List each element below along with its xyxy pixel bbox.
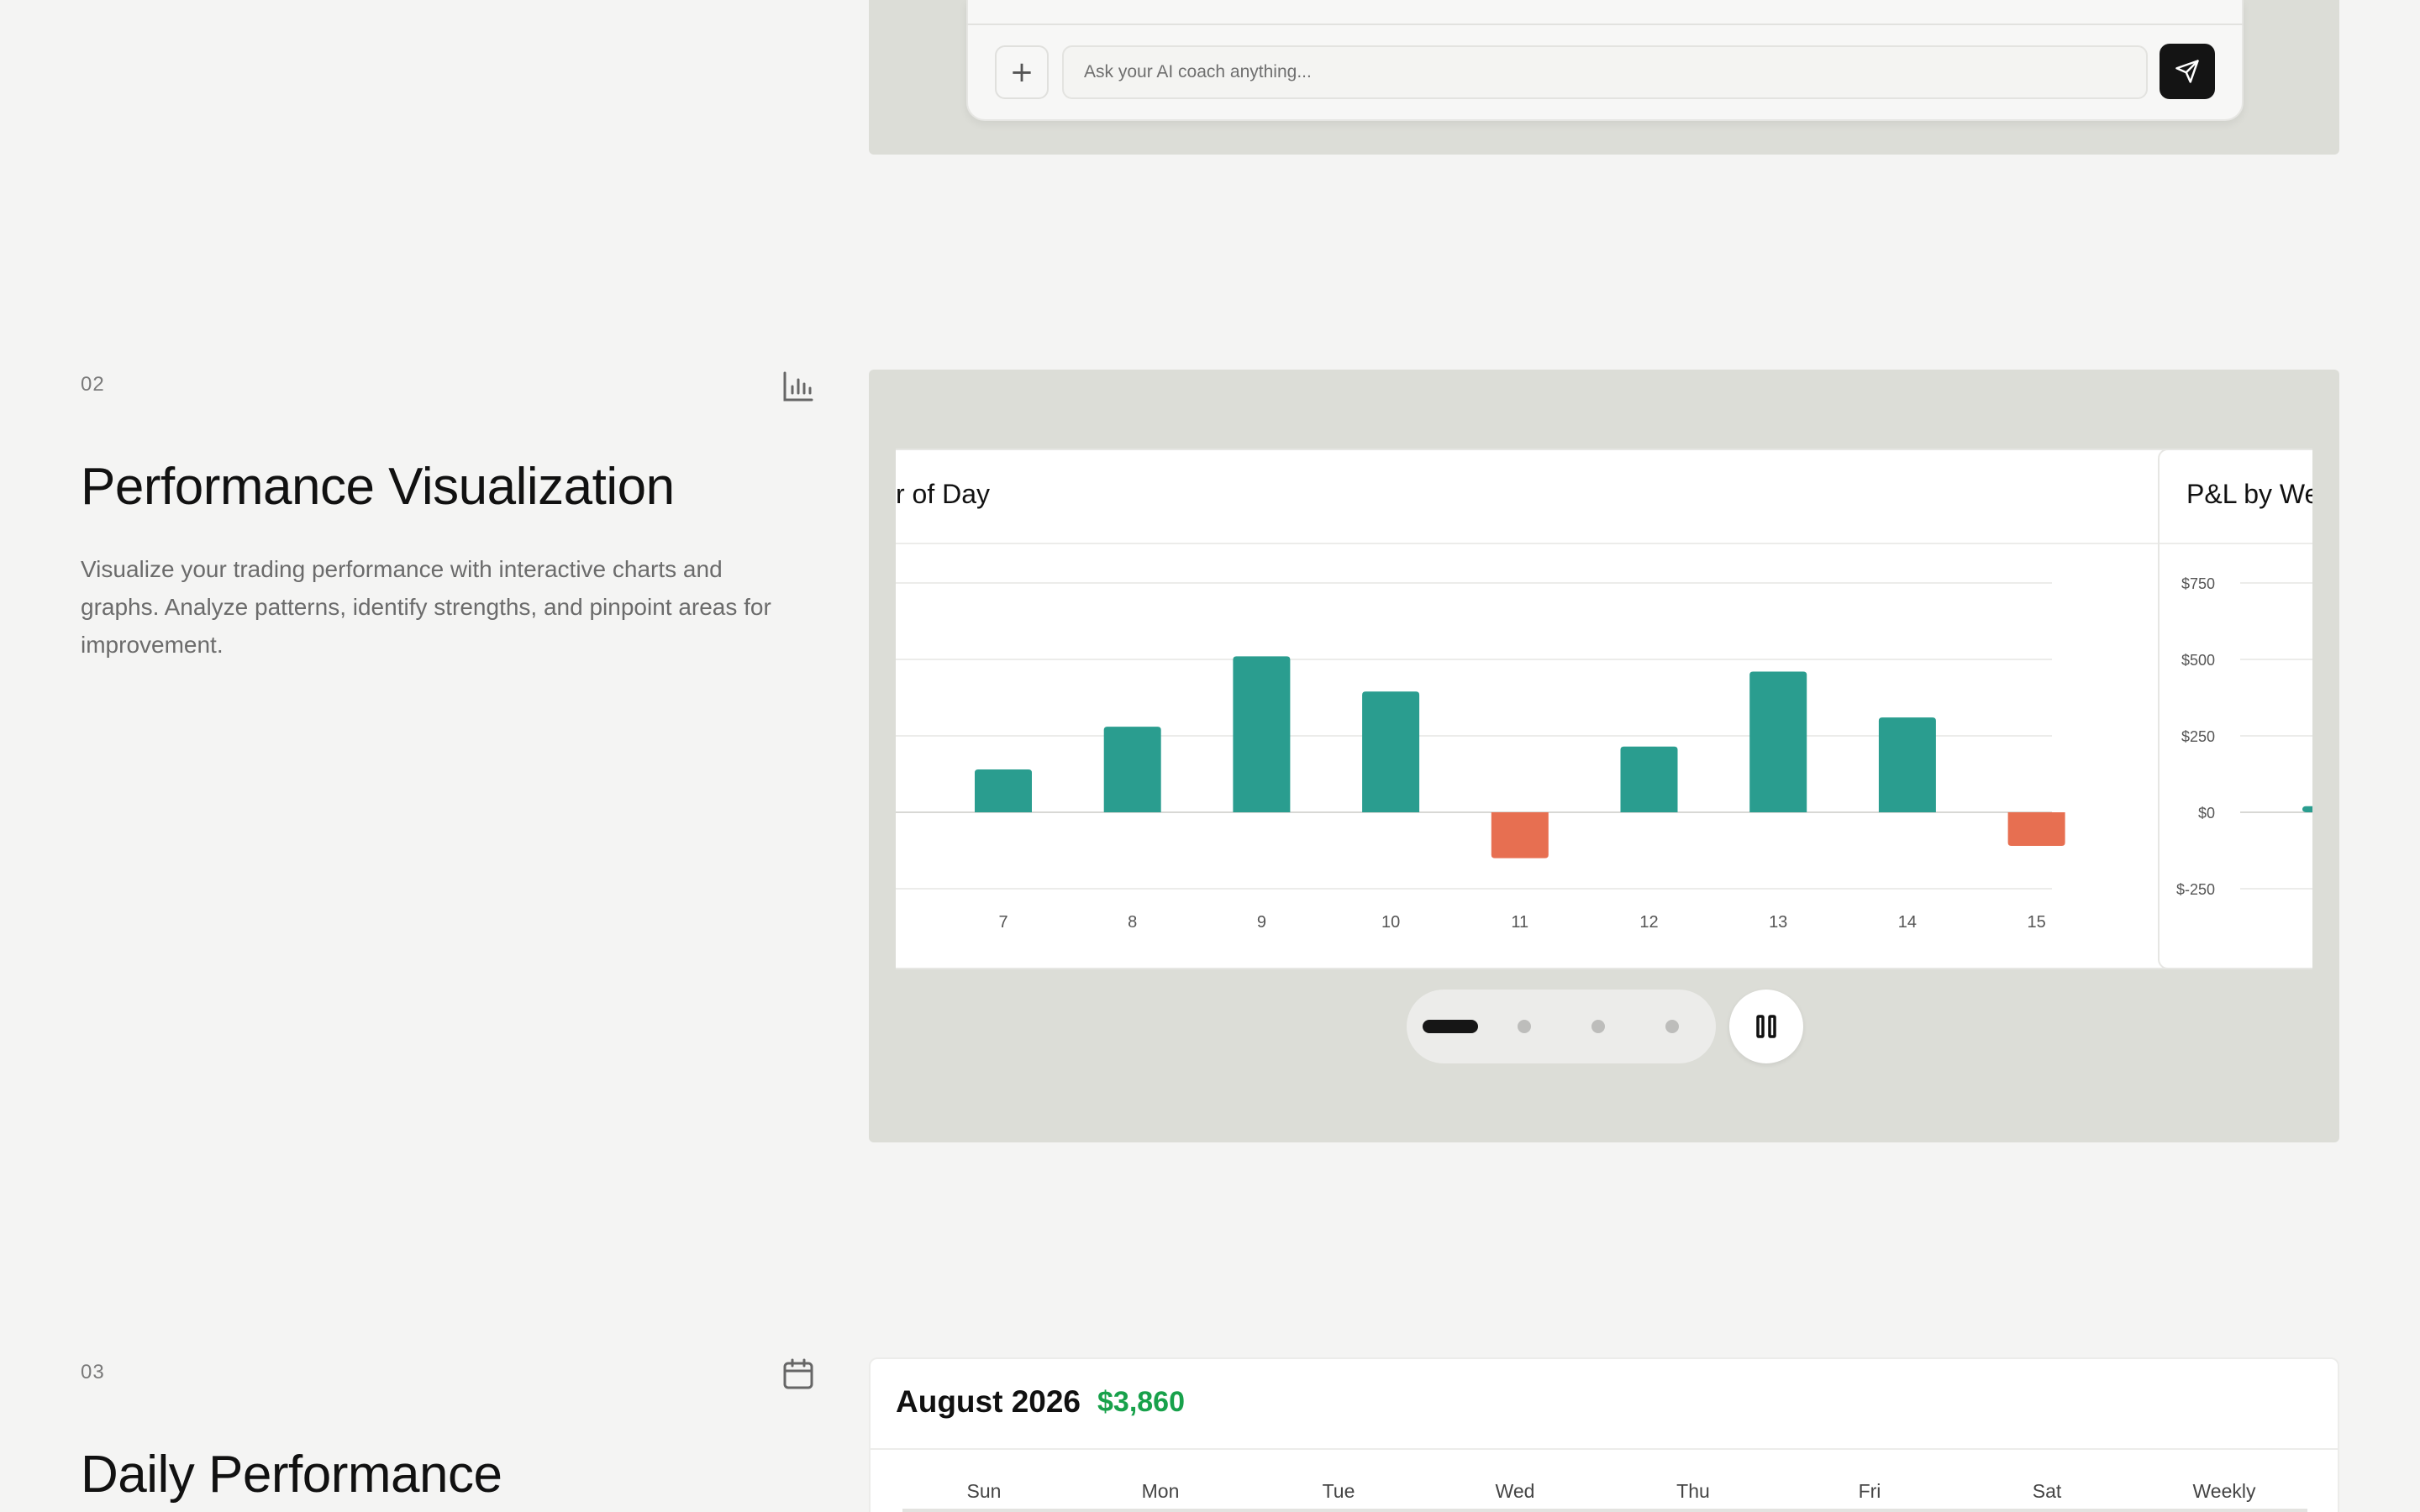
carousel-dot[interactable] <box>1665 1020 1679 1033</box>
y-tick-label: $0 <box>2198 805 2215 822</box>
y-tick-label: $500 <box>2181 652 2215 669</box>
y-tick-label: $750 <box>2181 575 2215 592</box>
send-button[interactable] <box>2160 44 2215 99</box>
chart-title: P&L by We <box>2186 479 2312 509</box>
carousel-dot[interactable] <box>1518 1020 1531 1033</box>
calendar-header-tue: Tue <box>1322 1480 1355 1502</box>
chart-card-pnl-by-weekday: P&L by We $750 $500 $250 $0 $-250 <box>2158 449 2312 969</box>
x-tick-label: 14 <box>1898 913 1917 932</box>
y-tick-label: $250 <box>2181 728 2215 745</box>
hour-of-day-chart: 7 8 9 10 11 12 13 14 15 <box>896 582 2065 932</box>
calendar-header-fri: Fri <box>1858 1480 1881 1502</box>
send-icon <box>2175 60 2199 83</box>
plus-icon: + <box>1009 55 1034 89</box>
bar <box>1362 691 1420 812</box>
calendar-header-weekly: Weekly <box>2192 1480 2256 1502</box>
pause-icon <box>1756 1015 1776 1038</box>
calendar-header-sat: Sat <box>2032 1480 2062 1502</box>
x-tick-label: 8 <box>1128 913 1137 932</box>
bar <box>1491 812 1549 858</box>
section-title: Performance Visualization <box>81 458 675 516</box>
section-title: Daily Performance <box>81 1446 502 1504</box>
y-tick-label: $-250 <box>2176 881 2215 898</box>
pnl-by-weekday-chart: $750 $500 $250 $0 $-250 <box>2176 575 2312 898</box>
bar-chart-icon <box>781 370 815 403</box>
x-tick-label: 9 <box>1257 913 1266 932</box>
calendar-card <box>869 1357 2339 1512</box>
x-tick-label: 13 <box>1769 913 1787 932</box>
chart-title: r of Day <box>896 479 991 509</box>
bar <box>1878 717 1936 812</box>
section-description: Visualize your trading performance with … <box>81 556 771 658</box>
calendar-header-sun: Sun <box>966 1480 1002 1502</box>
section-number: 03 <box>81 1361 105 1383</box>
bar <box>2007 812 2065 847</box>
calendar-header-underline <box>902 1509 2307 1512</box>
chat-input[interactable] <box>1062 45 2148 99</box>
chat-divider <box>966 24 2244 25</box>
calendar-header-mon: Mon <box>1141 1480 1180 1502</box>
x-tick-label: 7 <box>998 913 1007 932</box>
calendar-header-thu: Thu <box>1676 1480 1710 1502</box>
attach-button[interactable]: + <box>995 45 1049 99</box>
calendar-icon <box>781 1357 815 1391</box>
bar <box>1233 656 1291 812</box>
chart-card-hour-of-day: r of Day 7 8 9 10 11 12 13 14 15 <box>896 449 2193 969</box>
chart-carousel-viewport[interactable]: r of Day 7 8 9 10 11 12 13 14 15 P&L by We $750 $… <box>896 449 2312 969</box>
carousel-dot-active[interactable] <box>1423 1020 1478 1033</box>
bar <box>1103 727 1161 812</box>
x-tick-label: 11 <box>1511 913 1528 932</box>
pause-button[interactable] <box>1729 990 1803 1063</box>
calendar-divider <box>869 1448 2339 1450</box>
x-tick-label: 15 <box>2027 913 2045 932</box>
calendar-month-total: $3,860 <box>1097 1386 1185 1418</box>
calendar-month: August 2026 <box>896 1384 1081 1419</box>
bar <box>1620 746 1678 812</box>
calendar-header-wed: Wed <box>1495 1480 1535 1502</box>
x-tick-label: 10 <box>1381 913 1400 932</box>
bar <box>1749 671 1807 812</box>
carousel-dot[interactable] <box>1591 1020 1605 1033</box>
bar <box>975 769 1032 812</box>
bar <box>2302 806 2312 812</box>
section-number: 02 <box>81 373 105 396</box>
x-tick-label: 12 <box>1639 913 1658 932</box>
